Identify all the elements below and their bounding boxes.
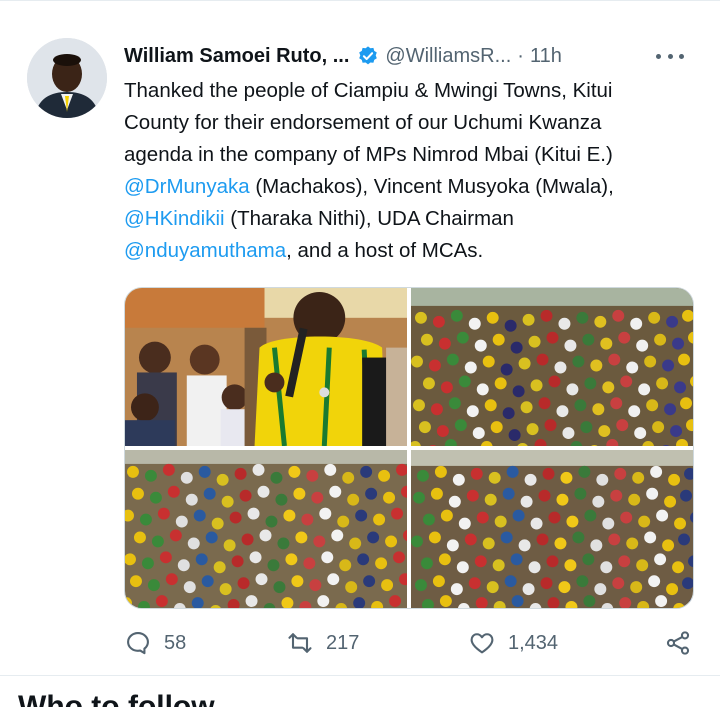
- like-count: 1,434: [508, 631, 559, 654]
- tweet-text-segment: agenda in the company of MPs Nimrod Mbai…: [124, 143, 613, 166]
- tweet-text-line: @DrMunyaka (Machakos), Vincent Musyoka (…: [124, 171, 704, 203]
- who-to-follow-heading: Who to follow: [18, 690, 215, 707]
- photo-speaker-image: [125, 288, 407, 446]
- like-button[interactable]: 1,434: [468, 625, 558, 661]
- tweet-text-line: @nduyamuthama, and a host of MCAs.: [124, 235, 704, 267]
- mention-link[interactable]: @DrMunyaka: [124, 175, 250, 198]
- tweet-text-segment: Thanked the people of Ciampiu & Mwingi T…: [124, 79, 613, 102]
- tweet-text-segment: County for their endorsement of our Uchu…: [124, 111, 602, 134]
- photo-crowd-2[interactable]: [125, 450, 407, 608]
- reply-button[interactable]: 58: [124, 625, 186, 661]
- photo-crowd-3[interactable]: [411, 450, 693, 608]
- photo-crowd-3-image: [411, 450, 693, 608]
- media-grid[interactable]: [124, 287, 694, 609]
- mention-link[interactable]: @HKindikii: [124, 207, 225, 230]
- tweet-header: William Samoei Ruto, ... @WilliamsR... ·…: [124, 41, 694, 71]
- avatar-image: [27, 38, 107, 118]
- avatar[interactable]: [27, 38, 107, 118]
- more-options-icon[interactable]: [656, 44, 684, 68]
- tweet-text-line: Thanked the people of Ciampiu & Mwingi T…: [124, 75, 704, 107]
- photo-crowd-1-image: [411, 288, 693, 446]
- reply-icon: [127, 632, 149, 655]
- share-icon: [666, 631, 690, 655]
- tweet-actions: 58 217 1,434: [124, 625, 694, 661]
- tweet-timestamp[interactable]: 11h: [530, 45, 562, 68]
- photo-speaker[interactable]: [125, 288, 407, 446]
- tweet-text-segment: (Tharaka Nithi), UDA Chairman: [224, 207, 514, 230]
- tweet-text-line: County for their endorsement of our Uchu…: [124, 107, 704, 139]
- retweet-button[interactable]: 217: [286, 625, 359, 661]
- tweet-text-line: agenda in the company of MPs Nimrod Mbai…: [124, 139, 704, 171]
- photo-crowd-2-image: [125, 450, 407, 608]
- verified-badge-icon: [357, 45, 379, 67]
- retweet-icon: [288, 633, 312, 653]
- author-handle[interactable]: @WilliamsR...: [385, 45, 511, 68]
- retweet-count: 217: [326, 631, 360, 654]
- photo-crowd-1[interactable]: [411, 288, 693, 446]
- tweet-text-segment: , and a host of MCAs.: [286, 239, 484, 262]
- author-name[interactable]: William Samoei Ruto, ...: [124, 45, 349, 68]
- tweet-text-line: @HKindikii (Tharaka Nithi), UDA Chairman: [124, 203, 704, 235]
- tweet-text-segment: (Machakos), Vincent Musyoka (Mwala),: [249, 175, 614, 198]
- reply-count: 58: [164, 631, 187, 654]
- separator-dot: ·: [517, 44, 524, 67]
- share-button[interactable]: [664, 625, 692, 661]
- heart-icon: [470, 633, 494, 654]
- tweet-card[interactable]: William Samoei Ruto, ... @WilliamsR... ·…: [0, 0, 720, 676]
- mention-link[interactable]: @nduyamuthama: [124, 239, 286, 262]
- tweet-text: Thanked the people of Ciampiu & Mwingi T…: [124, 75, 704, 267]
